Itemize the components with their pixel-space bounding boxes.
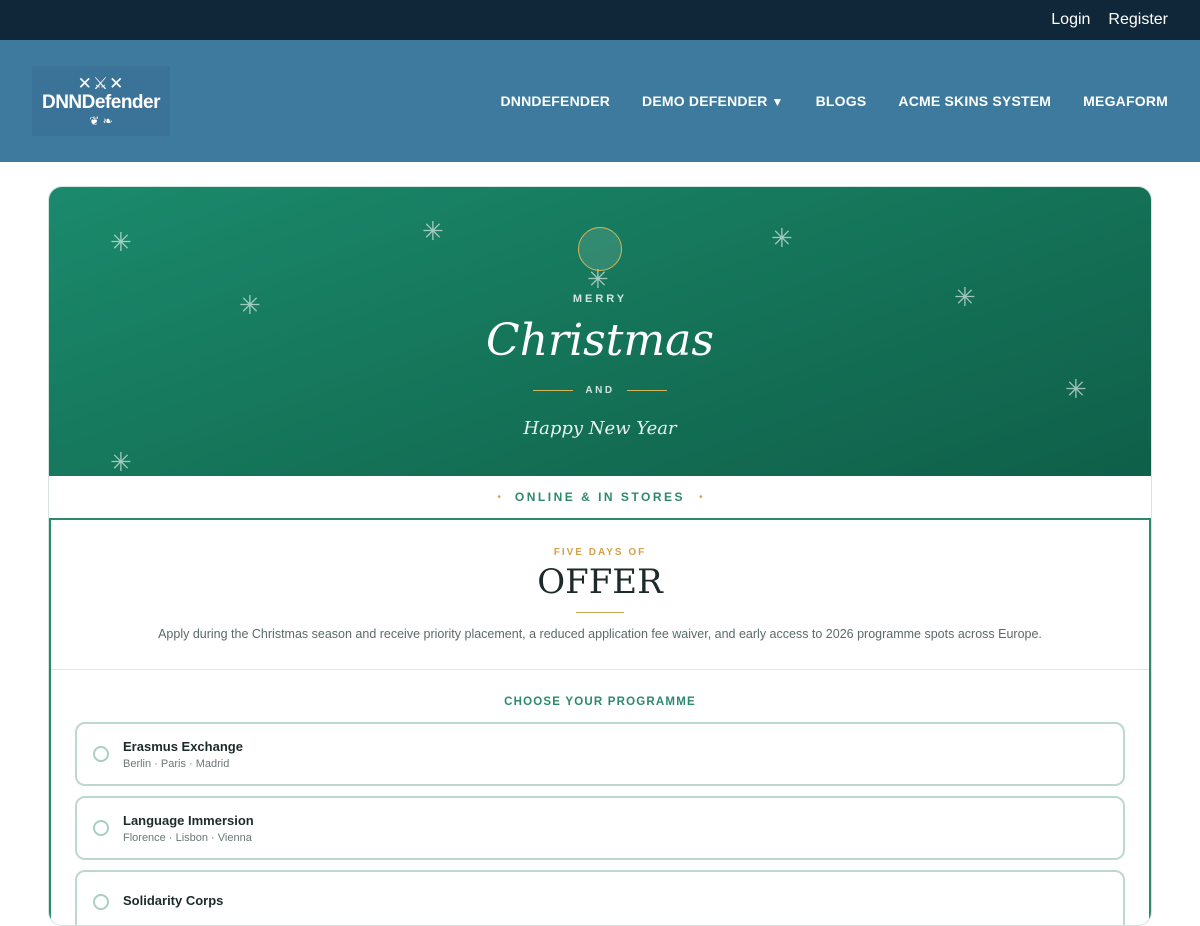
site-logo[interactable]: ✕⚔✕ DNNDefender ❦ ❧: [32, 66, 170, 136]
radio-button[interactable]: [93, 894, 109, 910]
nav-item-label: DEMO DEFENDER: [642, 93, 768, 109]
radio-button[interactable]: [93, 746, 109, 762]
offer-description: Apply during the Christmas season and re…: [158, 627, 1042, 641]
hero-title: Christmas: [486, 315, 714, 366]
hero-banner: ✳ ✳ ✳ ✳ ✳ ✳ ✳ ✳ MERRY Christmas AND Happ…: [49, 187, 1151, 476]
offer-kicker: FIVE DAYS OF: [553, 547, 647, 558]
caret-down-icon: ▼: [771, 95, 784, 109]
programme-heading: CHOOSE YOUR PROGRAMME: [504, 696, 696, 708]
logo-text: DNNDefender: [41, 91, 161, 113]
christmas-offer-card: ✳ ✳ ✳ ✳ ✳ ✳ ✳ ✳ MERRY Christmas AND Happ…: [48, 186, 1152, 926]
offer-section: FIVE DAYS OF OFFER Apply during the Chri…: [49, 520, 1151, 925]
channel-strip: • ONLINE & IN STORES •: [49, 476, 1151, 520]
dot-icon: •: [497, 491, 501, 503]
register-link[interactable]: Register: [1108, 11, 1168, 29]
programme-name: Language Immersion: [123, 812, 254, 828]
swords-icon: ✕⚔✕: [77, 73, 125, 93]
programme-option-erasmus-exchange[interactable]: Erasmus Exchange Berlin · Paris · Madrid: [75, 722, 1125, 786]
programme-option-solidarity-corps[interactable]: Solidarity Corps: [75, 870, 1125, 925]
divider-line: [626, 390, 667, 391]
main-navbar: ✕⚔✕ DNNDefender ❦ ❧ DNNDEFENDER DEMO DEF…: [0, 40, 1200, 162]
login-link[interactable]: Login: [1051, 11, 1090, 29]
laurel-icon: ❦ ❧: [89, 113, 113, 128]
snowflake-icon: ✳: [422, 216, 444, 246]
bauble-ornament: [578, 227, 622, 271]
dot-icon: •: [699, 491, 703, 503]
nav-item-dnndefender[interactable]: DNNDEFENDER: [501, 93, 611, 109]
hero-divider: AND: [49, 385, 1151, 396]
hero-subtitle: Happy New Year: [523, 418, 677, 439]
nav-item-demo-defender[interactable]: DEMO DEFENDER ▼: [642, 93, 784, 109]
programme-cities: Florence · Lisbon · Vienna: [123, 831, 252, 844]
offer-header: FIVE DAYS OF OFFER Apply during the Chri…: [51, 520, 1149, 670]
hero-and: AND: [585, 385, 615, 396]
nav-item-megaform[interactable]: MEGAFORM: [1083, 93, 1168, 109]
programme-cities: Berlin · Paris · Madrid: [123, 757, 230, 770]
programme-name: Solidarity Corps: [123, 892, 224, 908]
divider-line: [533, 390, 574, 391]
nav-item-acme-skins-system[interactable]: ACME SKINS SYSTEM: [898, 93, 1051, 109]
main-nav: DNNDEFENDER DEMO DEFENDER ▼ BLOGS ACME SK…: [501, 93, 1169, 109]
nav-item-blogs[interactable]: BLOGS: [816, 93, 867, 109]
offer-title: OFFER: [537, 562, 663, 602]
hero-kicker: MERRY: [572, 293, 628, 305]
programme-name: Erasmus Exchange: [123, 738, 243, 754]
offer-divider: [576, 612, 624, 613]
top-bar: Login Register: [0, 0, 1200, 40]
radio-button[interactable]: [93, 820, 109, 836]
snowflake-icon: ✳: [110, 447, 132, 477]
programme-option-language-immersion[interactable]: Language Immersion Florence · Lisbon · V…: [75, 796, 1125, 860]
snowflake-icon: ✳: [771, 223, 793, 253]
snowflake-icon: ✳: [110, 227, 132, 257]
channel-text: ONLINE & IN STORES: [514, 490, 686, 504]
